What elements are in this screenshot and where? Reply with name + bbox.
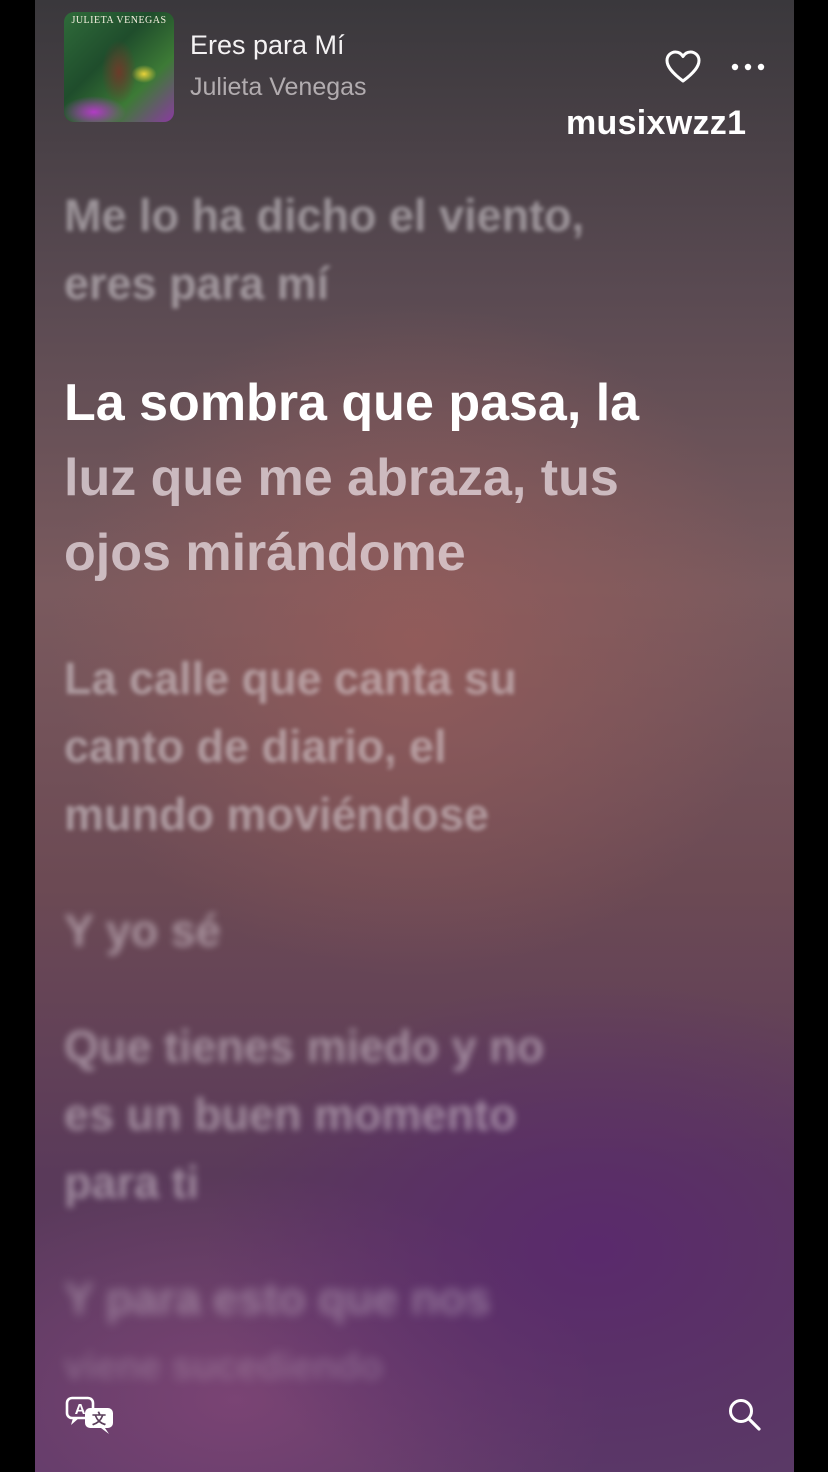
unsung-lyric-text: luz que me abraza, tus [64, 449, 619, 507]
lyric-block-upcoming[interactable]: Y para esto que nos viene sucediendo [64, 1265, 754, 1401]
heart-icon [665, 50, 701, 83]
current-lyric-line: luz que me abraza, tus [64, 441, 754, 516]
translate-button[interactable]: A 文 [65, 1395, 117, 1435]
album-art[interactable]: JULIETA VENEGAS [64, 12, 174, 122]
search-button[interactable] [727, 1397, 763, 1433]
lyric-block-upcoming[interactable]: La calle que canta su canto de diario, e… [64, 645, 754, 849]
favorite-button[interactable] [665, 50, 701, 84]
lyric-block-upcoming[interactable]: Que tienes miedo y no es un buen momento… [64, 1013, 754, 1217]
lyric-line: Y para esto que nos [64, 1273, 491, 1324]
current-lyric-line: La sombra que pasa, la [64, 366, 754, 441]
song-title[interactable]: Eres para Mí [190, 30, 345, 61]
unsung-lyric-text: ojos mirándome [64, 524, 466, 582]
lyric-block-upcoming[interactable]: Y yo sé [64, 897, 754, 965]
more-options-button[interactable] [729, 52, 769, 82]
translate-icon: A 文 [65, 1396, 113, 1434]
lyric-line: es un buen momento [64, 1089, 517, 1140]
lyrics-list: Me lo ha dicho el viento, eres para mí L… [64, 182, 754, 1449]
lyrics-screen: JULIETA VENEGAS Eres para Mí Julieta Ven… [35, 0, 794, 1472]
artist-name[interactable]: Julieta Venegas [190, 73, 367, 102]
lyric-line: mundo moviéndose [64, 789, 490, 840]
lyric-line: La calle que canta su [64, 653, 517, 704]
watermark: musixwzz1 [566, 104, 747, 142]
lyric-block-previous[interactable]: Me lo ha dicho el viento, eres para mí [64, 182, 754, 318]
svg-text:A: A [75, 1401, 86, 1418]
lyric-line: eres para mí [64, 258, 330, 309]
lyric-line: viene sucediendo [64, 1346, 383, 1388]
lyric-line: canto de diario, el [64, 721, 447, 772]
lyric-line: Me lo ha dicho el viento, [64, 190, 585, 241]
svg-text:文: 文 [92, 1411, 107, 1428]
current-lyric-line: ojos mirándome [64, 516, 754, 591]
album-art-text: JULIETA VENEGAS [71, 15, 167, 26]
lyric-line: Y yo sé [64, 905, 221, 956]
lyric-line: Que tienes miedo y no [64, 1021, 545, 1072]
sung-lyric-text: La sombra que pasa, la [64, 374, 640, 432]
lyric-block-current[interactable]: La sombra que pasa, la luz que me abraza… [64, 366, 754, 591]
lyric-line: para ti [64, 1157, 200, 1208]
more-options-icon [731, 63, 765, 71]
search-icon [729, 1399, 761, 1431]
